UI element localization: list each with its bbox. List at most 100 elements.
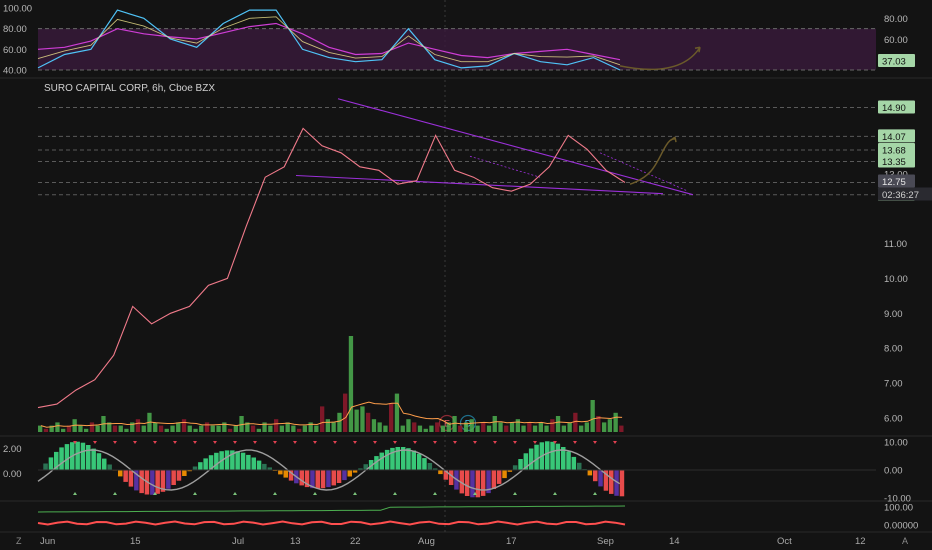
oscillator-bar [384, 449, 390, 470]
rsi-left-tick: 100.00 [3, 4, 32, 15]
volume-bar [504, 425, 509, 432]
volume-bar [337, 412, 342, 432]
price-axis-tick: 7.00 [884, 379, 903, 390]
volume-bar [84, 428, 89, 432]
volume-bar [38, 425, 43, 432]
volume-bar [297, 428, 302, 432]
oscillator-bar [326, 470, 331, 488]
timezone-toggle-button[interactable]: Z [16, 536, 22, 546]
oscillator-bar [251, 457, 256, 470]
oscillator-bar [128, 470, 134, 487]
oscillator-bar [278, 470, 283, 475]
bar-countdown-label: 02:36:27 [882, 190, 919, 201]
x-axis-label: Jun [40, 536, 55, 547]
volume-bar [227, 428, 233, 432]
oscillator-bar [422, 458, 427, 470]
oscillator-bar [416, 453, 422, 470]
volume-bar [320, 406, 325, 432]
volume-bar [256, 428, 261, 432]
volume-bar [602, 422, 607, 432]
volume-bar [233, 425, 238, 432]
oscillator-bar [107, 464, 112, 470]
oscillator-bar [390, 447, 395, 470]
oscillator-bar [475, 470, 481, 498]
oscillator-bar [598, 470, 603, 487]
volume-bar [170, 425, 175, 432]
volume-bar [89, 422, 95, 432]
oscillator-bar [331, 470, 336, 486]
osc-right-tick: 10.00 [884, 438, 908, 449]
oscillator-bar [118, 470, 123, 477]
oscillator-bar [155, 470, 160, 494]
volume-bar [193, 428, 198, 432]
oscillator-bar [406, 448, 411, 470]
x-axis-label: 13 [290, 536, 301, 547]
rsi-left-tick: 80.00 [3, 24, 27, 35]
volume-bar [302, 425, 307, 432]
oscillator-bar [59, 447, 64, 470]
x-axis-label: 15 [130, 536, 141, 547]
volume-bar [486, 425, 492, 432]
volume-bar [95, 425, 100, 432]
oscillator-bar [262, 463, 267, 470]
volume-bar [538, 422, 543, 432]
volume-bar [43, 428, 49, 432]
symbol-title: SURO CAPITAL CORP, 6h, Cboe BZX [44, 83, 215, 94]
volume-bar [498, 422, 503, 432]
volume-bar [579, 425, 584, 432]
volume-bar [423, 428, 428, 432]
rsi-left-tick: 60.00 [3, 45, 27, 56]
x-axis-label: Jul [232, 536, 244, 547]
volume-bar [153, 422, 158, 432]
bottom-right-tick: 0.00000 [884, 521, 918, 532]
oscillator-bar [555, 443, 561, 470]
volume-bar [584, 422, 589, 432]
volume-bar [400, 425, 405, 432]
volume-bar [492, 416, 497, 432]
volume-bar [613, 412, 618, 432]
oscillator-bar [192, 466, 198, 470]
oscillator-bar [176, 470, 182, 481]
oscillator-bar [235, 451, 240, 470]
price-axis-tick: 10.00 [884, 274, 908, 285]
volume-bar [521, 425, 526, 432]
volume-bar [250, 425, 256, 432]
auto-scale-button[interactable]: A [902, 536, 908, 546]
volume-bar [204, 422, 210, 432]
x-axis-label: Aug [418, 536, 435, 547]
oscillator-bar [48, 457, 54, 470]
volume-bar [158, 425, 164, 432]
volume-bar [406, 419, 411, 432]
volume-bar [55, 422, 60, 432]
oscillator-bar [246, 454, 251, 470]
volume-bar [325, 419, 330, 432]
volume-bar [348, 336, 354, 432]
current-price-label: 12.75 [882, 177, 906, 188]
x-axis-label: 12 [855, 536, 866, 547]
volume-bar [274, 419, 279, 432]
volume-bar [181, 419, 187, 432]
oscillator-bar [336, 470, 342, 483]
oscillator-bar [96, 453, 102, 470]
rsi-current-label: 37.03 [882, 57, 906, 68]
volume-bar [509, 422, 515, 432]
volume-bar [532, 425, 538, 432]
volume-bar [435, 422, 440, 432]
oscillator-bar [75, 441, 80, 470]
volume-bar [199, 425, 204, 432]
volume-bar [343, 393, 348, 432]
oscillator-bar [315, 470, 320, 489]
volume-bar [279, 425, 284, 432]
oscillator-bar [427, 463, 433, 470]
volume-bar [481, 422, 486, 432]
oscillator-bar [545, 441, 550, 470]
osc-left-tick: 2.00 [3, 444, 22, 455]
volume-bar [187, 425, 192, 432]
volume-bar [135, 419, 141, 432]
price-level-label: 14.90 [882, 103, 906, 114]
oscillator-bar [438, 470, 443, 475]
volume-bar [291, 425, 296, 432]
bottom-right-tick: 100.00 [884, 503, 913, 514]
volume-bar [555, 416, 561, 432]
oscillator-bar [86, 445, 91, 470]
